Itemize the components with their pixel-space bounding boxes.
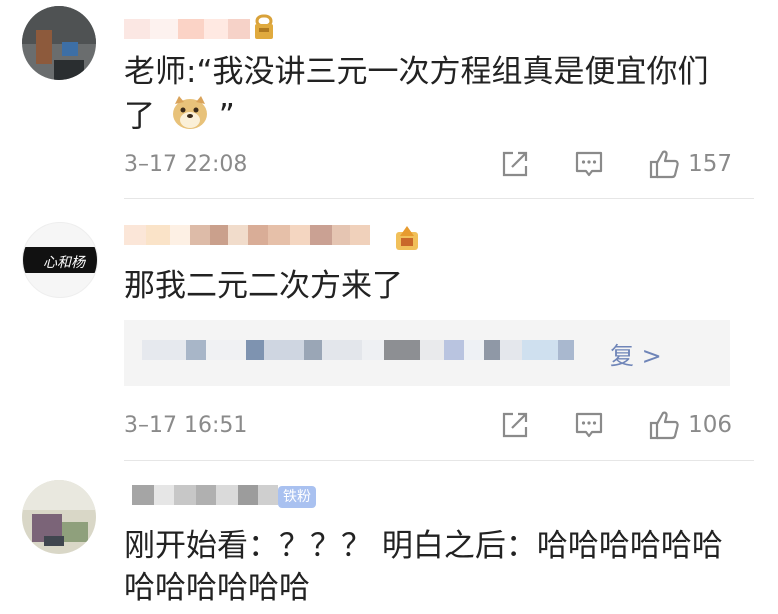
fan-badge-label: 铁粉 [283, 489, 311, 505]
reply-button[interactable] [574, 410, 604, 440]
view-reply-link[interactable]: 复 > [610, 336, 662, 371]
comment-text-line-2: 哈哈哈哈哈哈 [124, 570, 310, 606]
divider [124, 198, 754, 199]
close-quote: ” [218, 98, 235, 134]
doge-emoji-icon [171, 94, 209, 142]
thumbs-up-icon [649, 150, 679, 179]
reply-button[interactable] [574, 149, 604, 179]
action-bar: 106 [456, 409, 732, 441]
avatar[interactable] [22, 480, 96, 554]
username-blurred[interactable] [132, 484, 278, 506]
username-blurred[interactable] [124, 18, 250, 40]
comment-icon [575, 412, 603, 438]
like-count: 106 [688, 412, 732, 438]
divider [124, 460, 754, 461]
like-count: 157 [688, 151, 732, 177]
comment-2: 心和杨 那我二元二次方来了 复 > 3–17 16:51 106 [0, 200, 778, 462]
comment-text-line-1: 刚开始看：？？？ 明白之后：哈哈哈哈哈哈 [124, 528, 723, 564]
vip-badge-icon [254, 14, 274, 40]
share-icon [502, 412, 528, 438]
comment-text-line-1: 老师:“我没讲三元一次方程组真是便宜你们 [124, 54, 709, 90]
avatar[interactable] [22, 6, 96, 80]
timestamp: 3–17 16:51 [124, 412, 248, 438]
comment-text-line-2: 了 ” [124, 94, 235, 142]
username-blurred[interactable] [124, 224, 370, 246]
quoted-reply-box[interactable]: 复 > [124, 320, 730, 386]
fan-badge: 铁粉 [278, 486, 316, 508]
vip-badge-icon [394, 224, 420, 252]
thumbs-up-icon [649, 411, 679, 440]
action-bar: 157 [456, 148, 732, 180]
avatar[interactable]: 心和杨 [22, 222, 98, 298]
comment-1: 老师:“我没讲三元一次方程组真是便宜你们 了 ” 3–17 22:08 157 [0, 0, 778, 200]
share-icon [502, 151, 528, 177]
timestamp: 3–17 22:08 [124, 151, 248, 177]
like-button[interactable]: 106 [648, 409, 732, 441]
share-button[interactable] [500, 149, 530, 179]
comment-3: 铁粉 刚开始看：？？？ 明白之后：哈哈哈哈哈哈 哈哈哈哈哈哈 [0, 462, 778, 614]
like-button[interactable]: 157 [648, 148, 732, 180]
comment-icon [575, 151, 603, 177]
comment-text: 了 [124, 98, 155, 135]
comment-meta: 3–17 16:51 106 [124, 408, 732, 442]
comment-meta: 3–17 22:08 157 [124, 147, 732, 181]
share-button[interactable] [500, 410, 530, 440]
quoted-reply-blurred [142, 340, 574, 360]
comment-text: 那我二元二次方来了 [124, 268, 403, 304]
